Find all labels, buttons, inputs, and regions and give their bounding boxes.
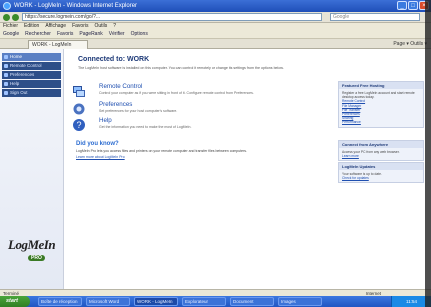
- window-title: WORK - LogMeIn - Windows Internet Explor…: [14, 3, 138, 9]
- tab-logmein[interactable]: WORK - LogMeIn: [28, 40, 88, 49]
- menu-view[interactable]: Affichage: [45, 23, 66, 30]
- sidebar: Home Remote Control Preferences Help Sig…: [0, 49, 64, 289]
- panel-title: LogMeIn Updates: [339, 163, 423, 170]
- sidebar-item-remote-control[interactable]: Remote Control: [2, 62, 61, 70]
- url-field[interactable]: https://secure.logmein.com/go/?...: [22, 13, 322, 21]
- search-input[interactable]: Google: [330, 13, 420, 21]
- panel-title: Connect from Anywhere: [339, 141, 423, 148]
- panel-body: Register a free LogMeIn account and star…: [339, 89, 423, 127]
- help-icon: ?: [73, 119, 85, 131]
- dyk-text: LogMeIn Pro lets you access files and pr…: [76, 149, 248, 153]
- taskbar-item[interactable]: Explorateur: [182, 297, 226, 306]
- google-toolbar: Google Rechercher Favoris PageRank Vérif…: [0, 30, 431, 39]
- main-content: Connected to: WORK The LogMeIn host soft…: [70, 49, 330, 289]
- preferences-icon: [73, 103, 85, 115]
- google-options-button[interactable]: Options: [131, 30, 148, 38]
- panel-body: Access your PC from any web browser. Lea…: [339, 148, 423, 160]
- panel-body: Your software is up to date. Check for u…: [339, 170, 423, 182]
- feature-remote-control[interactable]: Remote Control Control your computer as …: [72, 83, 322, 103]
- minimize-button[interactable]: _: [397, 1, 407, 10]
- pro-badge: PRO: [28, 255, 45, 261]
- remote-control-icon: [73, 86, 85, 97]
- google-search-button[interactable]: Rechercher: [25, 30, 51, 38]
- sidebar-item-label: Help: [10, 81, 20, 86]
- maximize-button[interactable]: □: [408, 1, 418, 10]
- sidebar-item-signout[interactable]: Sign Out: [2, 89, 61, 97]
- dyk-link[interactable]: Learn more about LogMeIn Pro: [76, 155, 321, 159]
- window-titlebar: WORK - LogMeIn - Windows Internet Explor…: [0, 0, 431, 12]
- address-bar: https://secure.logmein.com/go/?... Googl…: [0, 12, 431, 23]
- did-you-know: Did you know? LogMeIn Pro lets you acces…: [76, 141, 321, 159]
- google-pagerank[interactable]: PageRank: [79, 30, 102, 38]
- photo-frame-edge: [425, 0, 431, 307]
- screen: WORK - LogMeIn - Windows Internet Explor…: [0, 0, 431, 307]
- page-title: Connected to: WORK: [78, 56, 150, 63]
- sidebar-item-label: Preferences: [10, 72, 35, 77]
- page-tools[interactable]: Page ▾ Outils ▾: [393, 39, 427, 49]
- menu-file[interactable]: Fichier: [3, 23, 18, 30]
- feature-title[interactable]: Help: [99, 117, 112, 124]
- feature-title[interactable]: Preferences: [99, 101, 132, 108]
- menu-bar: Fichier Edition Affichage Favoris Outils…: [0, 23, 431, 30]
- start-button[interactable]: start: [0, 296, 30, 307]
- menu-tools[interactable]: Outils: [94, 23, 107, 30]
- sidebar-item-label: Sign Out: [10, 90, 28, 95]
- help-icon: [4, 82, 8, 86]
- ie-icon: [3, 2, 11, 10]
- sidebar-item-home[interactable]: Home: [2, 53, 61, 61]
- intro-text: The LogMeIn host software is installed o…: [78, 66, 284, 70]
- panel-text: Register a free LogMeIn account and star…: [342, 91, 415, 100]
- svg-text:?: ?: [76, 120, 81, 130]
- taskbar-item[interactable]: Boîte de réception: [38, 297, 82, 306]
- feature-desc: Control your computer as if you were sit…: [99, 91, 254, 95]
- nav-buttons: [0, 13, 22, 21]
- right-panel-connect: Connect from Anywhere Access your PC fro…: [338, 140, 424, 162]
- exit-icon: [4, 91, 8, 95]
- google-logo[interactable]: Google: [3, 30, 19, 38]
- dyk-heading: Did you know?: [76, 141, 119, 147]
- panel-link[interactable]: Learn more: [342, 154, 420, 158]
- back-icon[interactable]: [3, 13, 10, 21]
- home-icon: [4, 55, 8, 59]
- panel-link[interactable]: Check for updates: [342, 176, 420, 180]
- taskbar-item[interactable]: Document: [230, 297, 274, 306]
- monitor-icon: [4, 64, 8, 68]
- panel-title: Featured Free Hosting: [339, 82, 423, 89]
- taskbar-item[interactable]: Images: [278, 297, 322, 306]
- feature-help[interactable]: ? Help Get the information you need to m…: [72, 117, 322, 137]
- page-content: Home Remote Control Preferences Help Sig…: [0, 49, 431, 289]
- feature-desc: Get the information you need to make the…: [99, 125, 192, 129]
- right-panel-updates: LogMeIn Updates Your software is up to d…: [338, 162, 424, 184]
- status-bar: Terminé Internet: [0, 289, 431, 296]
- logo-wordmark: LogMeIn: [8, 237, 56, 252]
- logmein-logo: LogMeIn PRO: [8, 236, 60, 270]
- sidebar-item-label: Remote Control: [10, 63, 42, 68]
- taskbar-item[interactable]: Microsoft Word: [86, 297, 130, 306]
- tab-bar: WORK - LogMeIn Page ▾ Outils ▾: [0, 39, 431, 49]
- menu-favorites[interactable]: Favoris: [72, 23, 88, 30]
- gear-icon: [4, 73, 8, 77]
- sidebar-item-preferences[interactable]: Preferences: [2, 71, 61, 79]
- clock: 11:54: [406, 299, 417, 304]
- sidebar-item-help[interactable]: Help: [2, 80, 61, 88]
- taskbar: start Boîte de réception Microsoft Word …: [0, 296, 431, 307]
- google-check-button[interactable]: Vérifier: [109, 30, 125, 38]
- forward-icon[interactable]: [12, 13, 19, 21]
- panel-link[interactable]: Performance: [342, 120, 420, 124]
- feature-desc: Set preferences for your host computer's…: [99, 109, 178, 113]
- right-panel-featured: Featured Free Hosting Register a free Lo…: [338, 81, 424, 128]
- feature-title[interactable]: Remote Control: [99, 83, 142, 90]
- menu-help[interactable]: ?: [113, 23, 116, 30]
- menu-edit[interactable]: Edition: [24, 23, 39, 30]
- taskbar-item-active[interactable]: WORK - LogMeIn: [134, 297, 178, 306]
- google-bookmarks-button[interactable]: Favoris: [57, 30, 73, 38]
- sidebar-item-label: Home: [10, 54, 23, 59]
